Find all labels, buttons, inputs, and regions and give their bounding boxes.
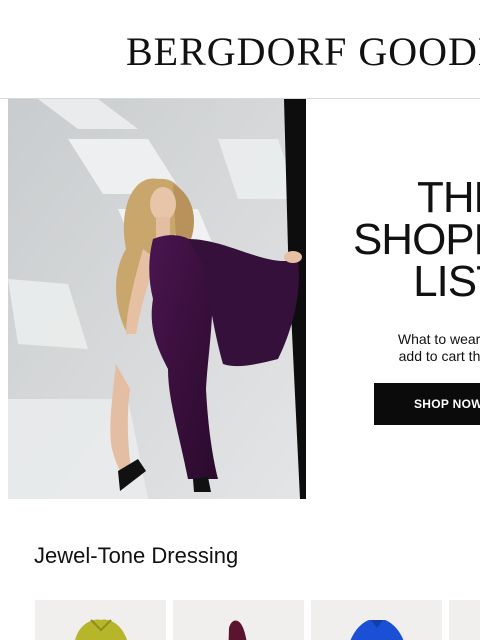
brand-logo[interactable]: BERGDORF GOODMAN: [126, 28, 480, 75]
hero-banner[interactable]: THE SHOPP LIST What to wear, ca add to c…: [8, 99, 480, 499]
subcopy-line-1: What to wear, ca: [397, 331, 480, 347]
product-card[interactable]: [35, 600, 166, 640]
product-card[interactable]: [449, 600, 480, 640]
hero-image[interactable]: [8, 99, 306, 499]
headline-line-3: LIST: [413, 257, 480, 306]
headline-line-1: THE: [417, 173, 480, 222]
model-photo: [8, 99, 306, 499]
shop-now-button[interactable]: SHOP NOW: [374, 383, 480, 425]
hero-text-panel: THE SHOPP LIST What to wear, ca add to c…: [306, 99, 480, 499]
section-title: Jewel-Tone Dressing: [34, 543, 239, 568]
product-card[interactable]: [311, 600, 442, 640]
site-header: BERGDORF GOODMAN: [0, 0, 480, 99]
hero-headline: THE SHOPP LIST: [352, 173, 480, 306]
subcopy-line-2: add to cart this s: [398, 348, 480, 364]
product-image: [350, 620, 404, 640]
product-image: [75, 619, 127, 640]
product-image: [228, 620, 247, 640]
hero-subcopy: What to wear, ca add to cart this s: [350, 331, 480, 365]
product-card[interactable]: [173, 600, 304, 640]
headline-line-2: SHOPP: [352, 215, 480, 264]
product-carousel: [35, 600, 480, 640]
